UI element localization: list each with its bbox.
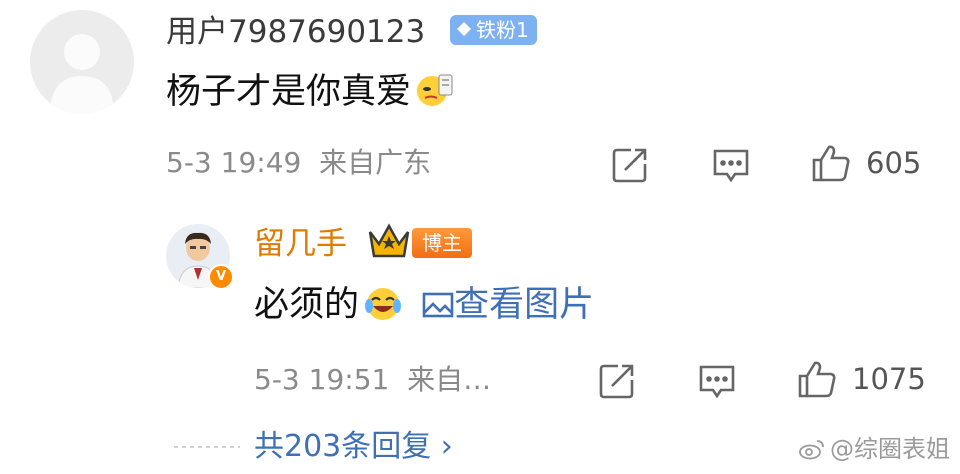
crown-icon bbox=[366, 222, 412, 266]
default-avatar[interactable] bbox=[30, 10, 134, 114]
reply-content: 必须的 查看图片 bbox=[254, 283, 594, 333]
reply-date: 5-3 19:51 bbox=[254, 363, 390, 396]
verified-v-badge: V bbox=[208, 264, 234, 290]
blogger-avatar[interactable]: V bbox=[166, 224, 234, 290]
reply-location: 来自… bbox=[407, 363, 492, 396]
comment-icon bbox=[699, 365, 735, 399]
comment-content: 杨子才是你真爱 bbox=[166, 70, 455, 120]
smirk-emoji-icon bbox=[415, 71, 455, 120]
like-count: 605 bbox=[866, 146, 922, 180]
reply-text: 必须的 bbox=[254, 285, 360, 325]
fan-badge-label: 铁粉1 bbox=[476, 18, 529, 42]
comment-date: 5-3 19:49 bbox=[166, 146, 302, 179]
watermark-text: @综圈表姐 bbox=[830, 435, 950, 463]
comment-icon bbox=[713, 149, 749, 183]
reply-meta: 5-3 19:51 来自… bbox=[254, 362, 491, 398]
reply-like-count: 1075 bbox=[852, 362, 926, 396]
view-image-link[interactable]: 查看图片 bbox=[422, 285, 594, 325]
laugh-cry-emoji-icon bbox=[363, 286, 403, 333]
watermark: @综圈表姐 bbox=[798, 434, 950, 464]
reply-like-button[interactable]: 1075 bbox=[796, 358, 926, 400]
like-button[interactable]: 605 bbox=[810, 142, 921, 184]
share-button[interactable] bbox=[609, 144, 651, 186]
thumbs-up-icon bbox=[812, 145, 850, 182]
image-icon bbox=[422, 292, 454, 318]
divider-dashes bbox=[174, 446, 240, 448]
share-icon bbox=[612, 148, 647, 183]
diamond-icon bbox=[456, 15, 472, 45]
blogger-badge: 博主 bbox=[412, 228, 472, 258]
reply-comment-button[interactable] bbox=[696, 360, 738, 402]
reply-username[interactable]: 留几手 bbox=[254, 224, 347, 264]
thumbs-up-icon bbox=[798, 361, 836, 398]
comment-meta: 5-3 19:49 来自广东 bbox=[166, 145, 431, 181]
view-image-label: 查看图片 bbox=[454, 285, 595, 325]
reply-share-button[interactable] bbox=[596, 360, 638, 402]
view-replies-link[interactable]: 共203条回复 › bbox=[254, 428, 453, 466]
comment-username[interactable]: 用户7987690123 bbox=[166, 12, 425, 52]
weibo-logo-icon bbox=[799, 440, 824, 460]
fan-level-badge: 铁粉1 bbox=[450, 15, 537, 45]
comment-location: 来自广东 bbox=[319, 146, 432, 179]
comment-text: 杨子才是你真爱 bbox=[166, 72, 412, 112]
share-icon bbox=[599, 364, 634, 399]
comment-button[interactable] bbox=[710, 144, 752, 186]
